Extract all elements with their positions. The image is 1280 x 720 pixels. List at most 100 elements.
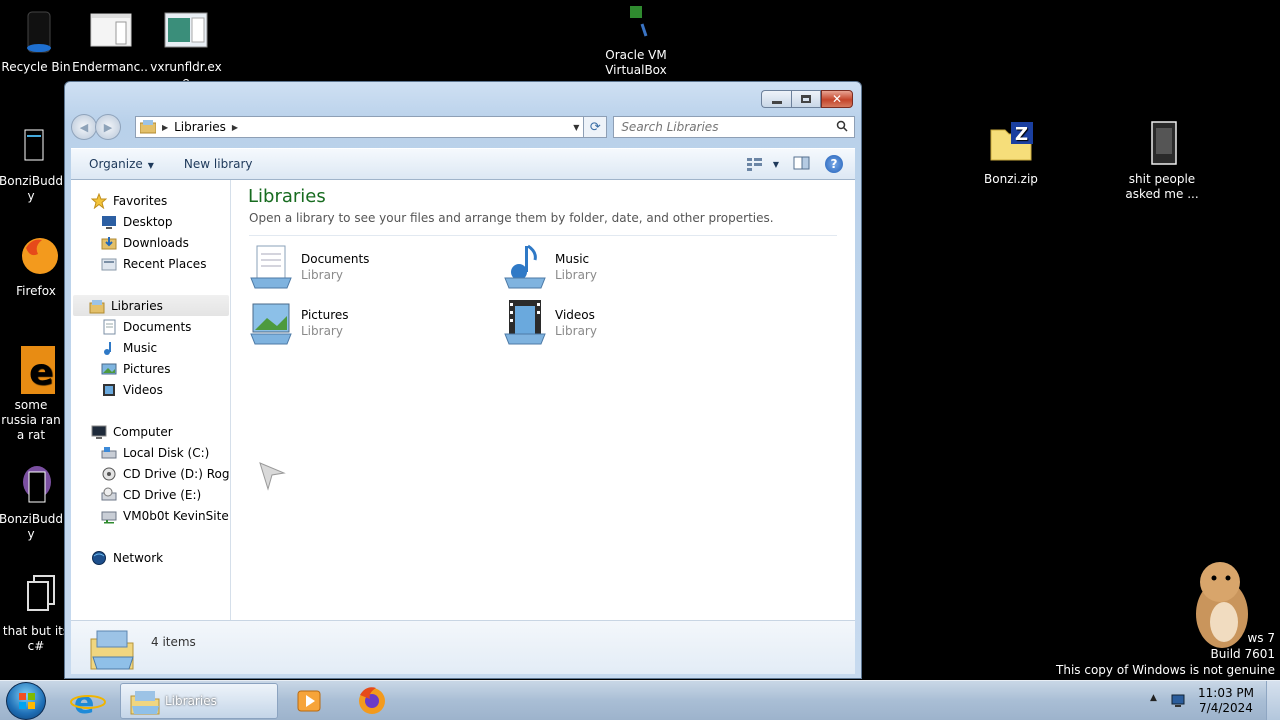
search-box[interactable] [613, 116, 855, 138]
caption-buttons: ✕ [761, 90, 853, 108]
close-icon: ✕ [831, 92, 843, 106]
nav-recent-places[interactable]: Recent Places [101, 253, 206, 274]
help-button[interactable]: ? [825, 155, 843, 173]
nav-computer[interactable]: Computer [91, 421, 173, 442]
clock[interactable]: 11:03 PM 7/4/2024 [1198, 686, 1254, 716]
nav-label: CD Drive (E:) [123, 487, 202, 502]
desktop-icon-bonzi-zip[interactable]: Z Bonzi.zip [973, 120, 1049, 187]
close-button[interactable]: ✕ [821, 90, 853, 108]
desktop-icon-shit-people[interactable]: shit people asked me ... [1124, 120, 1200, 202]
nav-pictures[interactable]: Pictures [101, 358, 171, 379]
nav-music[interactable]: Music [101, 337, 157, 358]
change-view-button[interactable]: ▼ [746, 157, 779, 171]
search-input[interactable] [621, 120, 822, 134]
documents-icon [101, 319, 117, 335]
back-button[interactable]: ◀ [71, 114, 97, 140]
library-music[interactable]: Music Library [501, 242, 701, 292]
desktop-icon-bonzibuddy-1[interactable]: BonziBuddy [0, 122, 66, 204]
start-button[interactable] [6, 682, 46, 720]
desktop-icon-vxrunfldr[interactable]: vxrunfldr.exe [148, 8, 224, 90]
libraries-large-icon [90, 630, 134, 670]
clock-date: 7/4/2024 [1199, 701, 1253, 715]
nav-documents[interactable]: Documents [101, 316, 191, 337]
library-type: Library [555, 268, 597, 282]
divider [249, 235, 837, 236]
library-name: Music [555, 252, 590, 266]
library-videos[interactable]: Videos Library [501, 298, 701, 348]
libraries-taskbar-icon [130, 691, 160, 715]
nav-label: Pictures [123, 361, 171, 376]
music-icon [101, 340, 117, 356]
address-bar[interactable]: ▶ Libraries ▶ ▼ [134, 116, 585, 138]
desktop-icon-label: BonziBuddy [0, 174, 63, 203]
desktop-icon-recycle-bin[interactable]: Recycle Bin [0, 8, 74, 75]
downloads-icon [101, 235, 117, 251]
search-icon[interactable] [836, 120, 848, 132]
recycle-bin-icon [12, 8, 60, 56]
maximize-button[interactable] [791, 90, 821, 108]
nav-downloads[interactable]: Downloads [101, 232, 189, 253]
content-pane: Libraries Open a library to see your fil… [231, 180, 855, 620]
hard-disk-icon [101, 445, 117, 461]
minimize-button[interactable] [761, 90, 791, 108]
breadcrumb-libraries[interactable]: Libraries [174, 120, 226, 134]
organize-menu[interactable]: Organize ▼ [89, 157, 154, 171]
nav-cd-drive-e[interactable]: CD Drive (E:) [101, 484, 201, 505]
preview-pane-button[interactable] [793, 156, 811, 173]
cd-drive-icon [101, 466, 117, 482]
view-controls: ▼ ? [733, 155, 843, 173]
nav-desktop[interactable]: Desktop [101, 211, 173, 232]
desktop-icon-label: Oracle VM VirtualBox [605, 48, 667, 77]
desktop-icon-russia-rat[interactable]: e some russia ran a rat [0, 346, 66, 443]
library-type: Library [301, 324, 343, 338]
breadcrumb-chevron-icon[interactable]: ▶ [232, 123, 238, 132]
dark-folder-icon [1138, 120, 1186, 168]
new-library-button[interactable]: New library [184, 157, 253, 171]
desktop-icon-c-sharp[interactable]: that but its c# [0, 572, 74, 654]
navigation-pane: Favorites Desktop Downloads Recent Place… [71, 180, 231, 620]
computer-icon [91, 424, 107, 440]
taskbar-libraries-button[interactable]: Libraries [120, 683, 278, 719]
desktop-icon-bonzibuddy-2[interactable]: BonziBuddy [0, 460, 66, 542]
desktop-icon [101, 214, 117, 230]
firefox-taskbar-icon [359, 687, 385, 714]
taskbar-firefox-button[interactable] [350, 683, 394, 719]
show-desktop-button[interactable] [1266, 681, 1280, 720]
nav-libraries[interactable]: Libraries [73, 295, 229, 316]
taskbar-media-player-button[interactable] [288, 683, 332, 719]
nav-label: Libraries [111, 298, 163, 313]
address-row: ◀ ▶ ▶ Libraries ▶ ▼ ⟳ [71, 114, 855, 140]
library-pictures[interactable]: Pictures Library [247, 298, 447, 348]
library-name: Pictures [301, 308, 349, 322]
windows-logo-icon [19, 693, 35, 709]
clock-time: 11:03 PM [1198, 686, 1254, 700]
media-player-icon [297, 690, 321, 712]
library-type: Library [301, 268, 343, 282]
page-subtitle: Open a library to see your files and arr… [249, 211, 774, 225]
nav-label: Downloads [123, 235, 189, 250]
taskbar-libraries-label: Libraries [165, 694, 217, 708]
taskbar-ie-button[interactable]: e [66, 683, 110, 720]
show-hidden-icons-icon[interactable]: ▲ [1150, 693, 1157, 703]
desktop-icon-virtualbox[interactable]: Oracle VM VirtualBox [598, 0, 674, 84]
refresh-button[interactable]: ⟳ [583, 116, 608, 138]
desktop-icon-endermanch[interactable]: Endermanc... [72, 8, 148, 90]
nav-network[interactable]: Network [91, 547, 163, 568]
library-documents[interactable]: Documents Library [247, 242, 447, 292]
forward-button[interactable]: ▶ [94, 114, 121, 140]
nav-videos[interactable]: Videos [101, 379, 163, 400]
nav-vm-kevinsite[interactable]: VM0b0t KevinSite [101, 505, 229, 526]
network-tray-icon[interactable] [1170, 693, 1188, 709]
organize-label: Organize [89, 157, 143, 171]
nav-label: Music [123, 340, 158, 355]
nav-local-disk-c[interactable]: Local Disk (C:) [101, 442, 209, 463]
nav-cd-drive-d[interactable]: CD Drive (D:) Rogue [101, 463, 230, 484]
watermark-line1: ws 7 [1247, 631, 1275, 645]
nav-favorites[interactable]: Favorites [90, 190, 167, 211]
desktop-icon-label: Bonzi.zip [984, 172, 1038, 186]
zip-folder-icon: Z [987, 120, 1035, 168]
views-dropdown-icon: ▼ [772, 159, 779, 169]
recent-places-icon [101, 256, 117, 272]
address-dropdown-icon[interactable]: ▼ [573, 123, 579, 132]
desktop-icon-firefox[interactable]: Firefox [0, 232, 74, 299]
